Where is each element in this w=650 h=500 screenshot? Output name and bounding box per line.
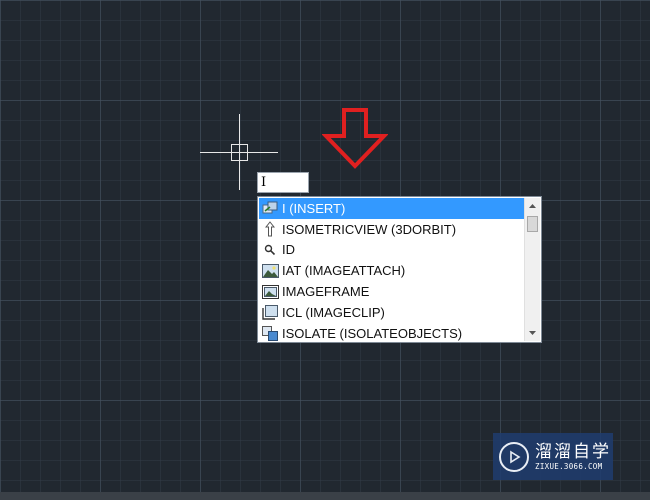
red-down-arrow-icon bbox=[322, 108, 388, 169]
autocomplete-item-label: IMAGEFRAME bbox=[282, 284, 370, 300]
autocomplete-item-label: ISOMETRICVIEW (3DORBIT) bbox=[282, 221, 457, 237]
autocomplete-scrollbar[interactable] bbox=[524, 198, 540, 341]
watermark-url: ZIXUE.3066.COM bbox=[535, 462, 603, 471]
command-input-value: I bbox=[261, 175, 267, 190]
autocomplete-item[interactable]: ISOLATE (ISOLATEOBJECTS) bbox=[259, 323, 525, 344]
autocomplete-item[interactable]: ISOMETRICVIEW (3DORBIT) bbox=[259, 219, 525, 240]
scroll-down-arrow-icon bbox=[529, 331, 536, 335]
insert-block-icon bbox=[261, 200, 279, 216]
autocomplete-item[interactable]: IAT (IMAGEATTACH) bbox=[259, 260, 525, 281]
bottom-edge-bar bbox=[0, 492, 650, 500]
dynamic-command-input[interactable]: I bbox=[257, 172, 309, 193]
scroll-thumb[interactable] bbox=[527, 216, 538, 232]
watermark: 溜溜自学 ZIXUE.3066.COM bbox=[493, 433, 613, 480]
watermark-title: 溜溜自学 bbox=[535, 442, 611, 462]
autocomplete-item[interactable]: I (INSERT) bbox=[259, 198, 525, 219]
autocomplete-item[interactable]: ID bbox=[259, 240, 525, 261]
autocomplete-item-label: IAT (IMAGEATTACH) bbox=[282, 263, 406, 279]
autocomplete-item[interactable]: IMAGEFRAME bbox=[259, 281, 525, 302]
scroll-down-button[interactable] bbox=[525, 325, 540, 341]
image-attach-icon bbox=[261, 263, 279, 279]
isolate-objects-icon bbox=[261, 325, 279, 341]
isometric-arrow-icon bbox=[261, 221, 279, 237]
id-point-icon bbox=[261, 242, 279, 258]
autocomplete-item-label: ISOLATE (ISOLATEOBJECTS) bbox=[282, 325, 463, 341]
play-logo-icon bbox=[499, 441, 529, 472]
autocomplete-item-label: ICL (IMAGECLIP) bbox=[282, 304, 385, 320]
pickbox bbox=[231, 144, 248, 161]
scroll-up-button[interactable] bbox=[525, 198, 540, 214]
autocomplete-items: I (INSERT) ISOMETRICVIEW (3DORBIT) ID IAT (… bbox=[259, 198, 525, 344]
image-clip-icon bbox=[261, 304, 279, 320]
autocomplete-item[interactable]: ICL (IMAGECLIP) bbox=[259, 302, 525, 323]
autocomplete-item-label: I (INSERT) bbox=[282, 200, 346, 216]
command-autocomplete-list[interactable]: I (INSERT) ISOMETRICVIEW (3DORBIT) ID IAT (… bbox=[257, 196, 542, 343]
scroll-up-arrow-icon bbox=[529, 204, 536, 208]
image-frame-icon bbox=[261, 284, 279, 300]
autocomplete-item-label: ID bbox=[282, 242, 295, 258]
